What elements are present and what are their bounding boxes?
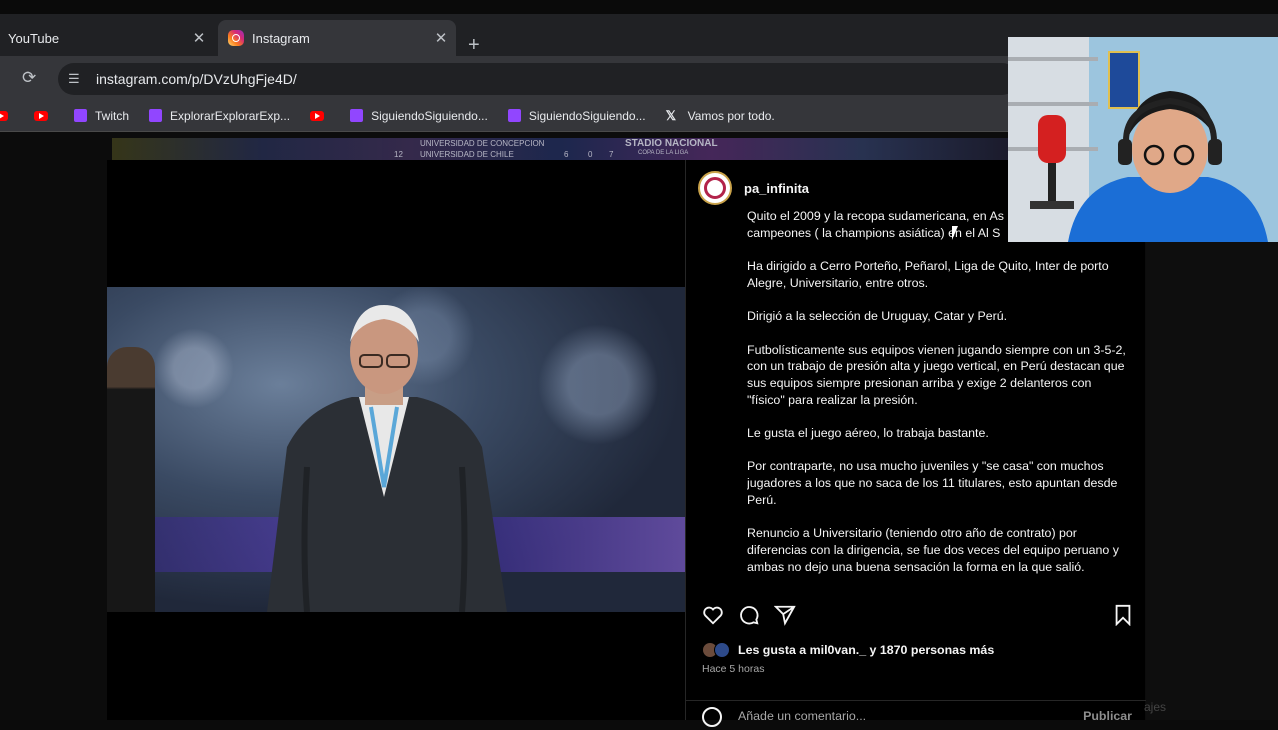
youtube-icon [310,110,325,121]
tab-instagram[interactable]: Instagram ✕ [218,20,456,56]
mouse-cursor [952,226,958,240]
post-caption: Quito el 2009 y la recopa sudamericana, … [747,208,1132,593]
caption-paragraph: Dirigió a la selección de Uruguay, Catar… [747,309,1008,324]
strip-stadium: STADIO NACIONAL [625,138,718,149]
avatar[interactable] [698,171,732,205]
webcam-overlay [1008,37,1278,242]
liker-avatars [702,642,732,658]
close-tab-icon[interactable]: ✕ [188,29,210,47]
publish-button[interactable]: Publicar [1083,709,1132,723]
strip-value: 0 [588,150,593,159]
bookmark-item[interactable]: ExplorarExplorarExp... [149,109,290,123]
twitch-icon [350,109,364,122]
bookmark-icon[interactable] [1112,604,1134,626]
bookmark-item[interactable] [310,110,330,121]
bookmark-label: SiguiendoSiguiendo... [371,108,488,123]
address-bar[interactable]: ☰ instagram.com/p/DVzUhgFje4D/ [58,63,1018,95]
caption-paragraph: Ha dirigido a Cerro Porteño, Peñarol, Li… [747,259,1109,290]
bookmark-item[interactable]: SiguiendoSiguiendo... [350,109,488,123]
background-feed-strip: UNIVERSIDAD DE CONCEPCION 12 UNIVERSIDAD… [112,138,1012,160]
bookmark-label: Twitch [95,108,130,123]
post-actions [700,604,1140,634]
tab-title: YouTube [8,30,60,46]
strip-row-2: UNIVERSIDAD DE CHILE [420,150,514,159]
bookmark-item[interactable] [34,110,54,121]
tab-youtube[interactable]: YouTube ✕ [0,20,214,56]
comment-input[interactable]: Añade un comentario... [738,709,866,723]
post-media[interactable] [107,160,685,720]
reload-icon[interactable]: ⟳ [22,68,36,88]
bookmark-item[interactable] [0,110,14,121]
player-figure [107,347,155,612]
microphone-icon [1030,115,1074,209]
window-top-edge [0,0,1278,14]
strip-rank: 12 [394,150,403,159]
caption-paragraph: Renuncio a Universitario (teniendo otro … [747,526,1119,574]
comment-bar: Añade un comentario... Publicar [686,700,1146,730]
youtube-icon [34,110,48,121]
close-tab-icon[interactable]: ✕ [430,29,452,47]
bookmark-label: SiguiendoSiguiendo... [528,108,646,123]
emoji-icon[interactable] [702,707,722,727]
url-text: instagram.com/p/DVzUhgFje4D/ [96,71,297,87]
post-details-panel: pa_infinita Quito el 2009 y la recopa su… [685,160,1146,727]
bookmark-label: Vamos por todo. [687,108,775,123]
strip-value: 7 [609,150,614,159]
instagram-icon [228,30,244,46]
username-link[interactable]: pa_infinita [744,181,809,196]
strip-row-1: UNIVERSIDAD DE CONCEPCION [420,139,545,148]
bookmark-label: ExplorarExplorarExp... [170,108,291,123]
site-settings-icon[interactable]: ☰ [68,71,84,87]
bookmark-item[interactable]: 𝕏 Vamos por todo. [666,108,775,124]
tab-title: Instagram [252,30,310,46]
new-tab-button[interactable]: + [468,34,480,57]
bookmark-item[interactable]: SiguiendoSiguiendo... [507,108,646,123]
backdrop-right [1146,242,1278,720]
post-timestamp[interactable]: Hace 5 horas [702,663,764,675]
caption-paragraph: Por contraparte, no usa mucho juveniles … [747,459,1118,507]
likes-text: Les gusta a mil0van._ y 1870 personas má… [738,643,995,657]
caption-paragraph: Le gusta el juego aéreo, lo trabaja bast… [747,426,989,441]
streamer-figure [1068,91,1268,242]
strip-value: 6 [564,150,569,159]
strip-stadium-sub: COPA DE LA LIGA [638,150,689,156]
coach-figure [267,305,507,612]
x-icon: 𝕏 [665,107,677,123]
twitch-icon [149,109,163,122]
twitch-icon [507,109,521,122]
caption-paragraph: Futbolísticamente sus equipos vienen jug… [747,342,1126,407]
share-icon[interactable] [774,604,796,626]
messages-button[interactable]: ajes [1144,700,1166,714]
youtube-icon [0,110,8,121]
comment-icon[interactable] [738,604,760,626]
post-photo [107,287,685,612]
heart-icon[interactable] [702,604,724,626]
twitch-icon [74,109,87,122]
likes-summary[interactable]: Les gusta a mil0van._ y 1870 personas má… [702,642,994,658]
bookmark-item[interactable]: Twitch [74,109,129,123]
